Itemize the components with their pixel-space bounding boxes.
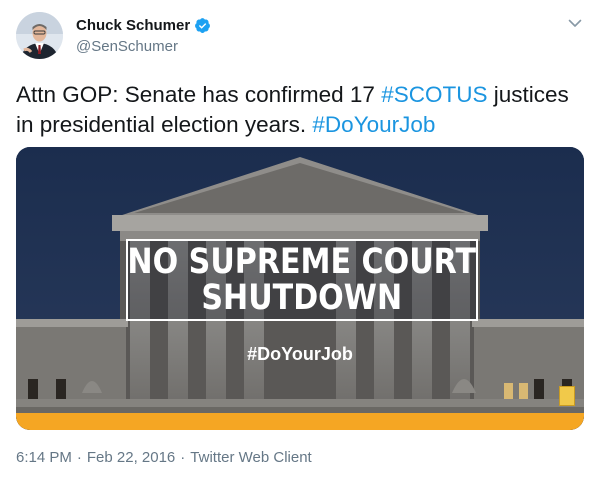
author-name-row[interactable]: Chuck Schumer (76, 17, 211, 34)
media-hashtag: #DoYourJob (247, 344, 353, 364)
display-name[interactable]: Chuck Schumer (76, 17, 190, 34)
hashtag-link-doyourjob[interactable]: #DoYourJob (312, 112, 435, 137)
accent-bar (16, 413, 584, 430)
tweet-date[interactable]: Feb 22, 2016 (87, 449, 175, 466)
media-image[interactable]: NO SUPREME COURT SHUTDOWN #DoYourJob (16, 147, 584, 430)
tweet-time[interactable]: 6:14 PM (16, 449, 72, 466)
separator-dot: · (180, 449, 186, 466)
logo-icon (559, 386, 575, 406)
tweet-meta: 6:14 PM · Feb 22, 2016 · Twitter Web Cli… (16, 449, 312, 466)
hashtag-link-scotus[interactable]: #SCOTUS (381, 82, 487, 107)
tweet-card: Chuck Schumer @SenSchumer Attn GOP: Sena… (0, 0, 598, 479)
author-handle[interactable]: @SenSchumer (76, 38, 178, 55)
tweet-source[interactable]: Twitter Web Client (190, 449, 311, 466)
separator-dot: · (76, 449, 82, 466)
banner-line-1: NO SUPREME COURT (127, 242, 477, 282)
verified-badge-icon (195, 18, 211, 33)
banner-line-2: SHUTDOWN (201, 278, 403, 318)
tweet-text: Attn GOP: Senate has confirmed 17 #SCOTU… (16, 80, 586, 140)
tweet-text-part-1: Attn GOP: Senate has confirmed 17 (16, 82, 382, 107)
headline-banner: NO SUPREME COURT SHUTDOWN (126, 239, 478, 321)
avatar[interactable] (16, 12, 63, 59)
chevron-down-icon[interactable] (566, 14, 584, 32)
